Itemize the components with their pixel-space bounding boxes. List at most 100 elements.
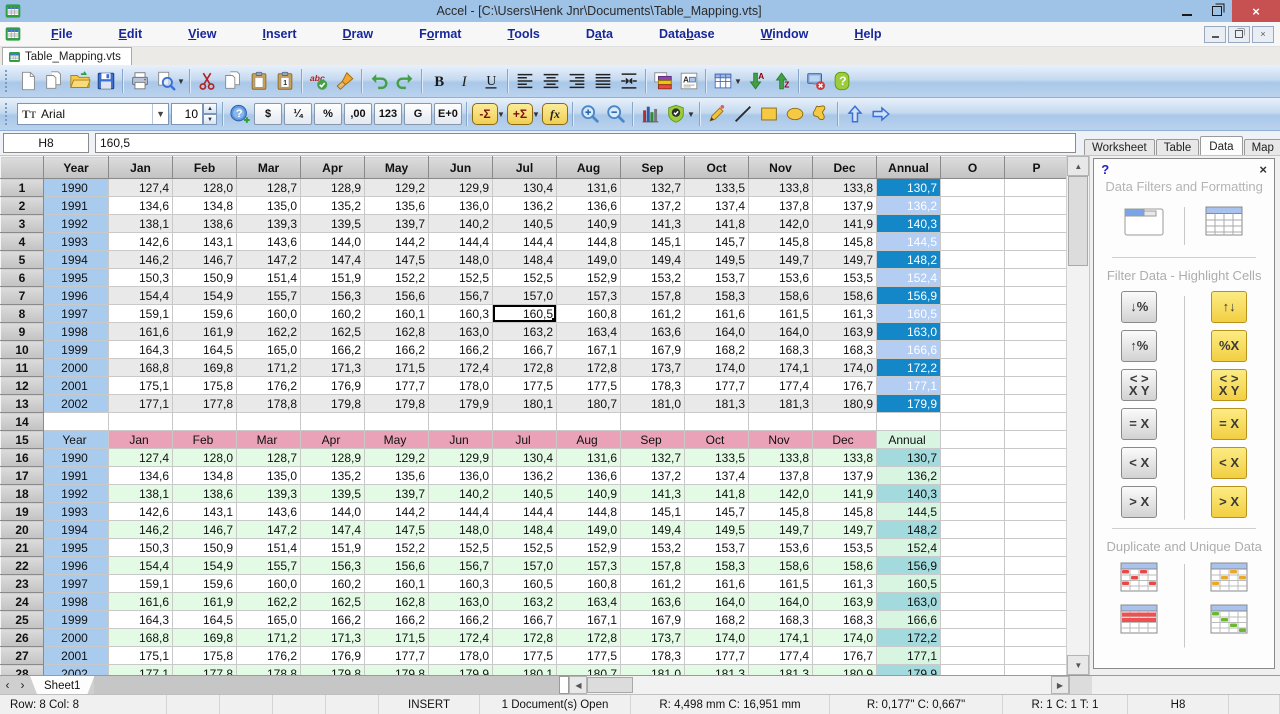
cell[interactable]: 141,8 (685, 215, 749, 233)
cell[interactable]: 178,3 (621, 377, 685, 395)
cell[interactable]: 171,2 (237, 359, 301, 377)
cell[interactable] (1005, 251, 1067, 269)
paste-button[interactable] (246, 68, 272, 94)
cell[interactable]: 162,5 (301, 593, 365, 611)
menu-database[interactable]: Database (636, 25, 738, 43)
cell[interactable] (429, 413, 493, 431)
cell[interactable]: 179,9 (429, 395, 493, 413)
cell[interactable] (941, 341, 1005, 359)
cell[interactable]: 2001 (44, 377, 109, 395)
column-header[interactable]: P (1005, 157, 1067, 179)
cell[interactable]: 161,3 (813, 305, 877, 323)
cell[interactable]: 147,2 (237, 521, 301, 539)
decimal-format-button[interactable]: ,00 (344, 103, 372, 125)
cell[interactable]: 151,4 (237, 539, 301, 557)
cell[interactable]: 172,2 (877, 359, 941, 377)
cell[interactable] (941, 197, 1005, 215)
styles-button[interactable] (650, 68, 676, 94)
cell[interactable]: 1998 (44, 593, 109, 611)
cell[interactable]: 164,3 (109, 341, 173, 359)
cell[interactable]: 160,1 (365, 575, 429, 593)
scroll-right-button[interactable]: ▶ (1051, 676, 1069, 694)
cell[interactable]: 175,1 (109, 377, 173, 395)
cell[interactable]: Nov (749, 431, 813, 449)
cell[interactable]: 179,9 (877, 395, 941, 413)
cell[interactable]: 157,3 (557, 557, 621, 575)
cell[interactable]: 179,9 (429, 665, 493, 676)
cell[interactable]: 141,3 (621, 485, 685, 503)
cell[interactable]: 140,9 (557, 485, 621, 503)
row-header[interactable]: 4 (1, 233, 44, 251)
row-header[interactable]: 15 (1, 431, 44, 449)
cell[interactable]: 157,8 (621, 557, 685, 575)
cell[interactable] (941, 629, 1005, 647)
cell[interactable]: 161,9 (173, 593, 237, 611)
cell[interactable]: 163,2 (493, 323, 557, 341)
mdi-close-button[interactable]: × (1252, 26, 1274, 43)
undo-button[interactable] (366, 68, 392, 94)
row-header[interactable]: 12 (1, 377, 44, 395)
cell[interactable]: 136,2 (493, 467, 557, 485)
cell[interactable]: 138,1 (109, 485, 173, 503)
cell[interactable]: 164,0 (685, 593, 749, 611)
cell[interactable]: 172,4 (429, 629, 493, 647)
cell[interactable] (813, 413, 877, 431)
cell[interactable]: Apr (301, 431, 365, 449)
cell[interactable] (941, 503, 1005, 521)
row-header[interactable]: 27 (1, 647, 44, 665)
spin-down-icon[interactable]: ▼ (203, 114, 217, 125)
cell[interactable]: 162,2 (237, 593, 301, 611)
cell[interactable]: 172,8 (557, 359, 621, 377)
restore-button[interactable] (1202, 0, 1232, 22)
cell-name-box[interactable]: H8 (3, 133, 89, 153)
cell[interactable]: Mar (237, 431, 301, 449)
scroll-down-button[interactable]: ▼ (1067, 655, 1089, 675)
copy-button[interactable] (220, 68, 246, 94)
between-values-filter-button[interactable]: < > X Y (1121, 369, 1157, 401)
cell[interactable]: 156,9 (877, 287, 941, 305)
filter-table-button[interactable] (1202, 204, 1246, 243)
chevron-down-icon[interactable]: ▼ (152, 104, 168, 124)
cell[interactable]: 165,0 (237, 341, 301, 359)
column-header[interactable]: Dec (813, 157, 877, 179)
cell[interactable]: 1991 (44, 467, 109, 485)
align-right-button[interactable] (564, 68, 590, 94)
cell[interactable]: 153,5 (813, 539, 877, 557)
cell[interactable]: 140,2 (429, 485, 493, 503)
cell[interactable]: 157,0 (493, 557, 557, 575)
sort-descending-button[interactable]: Z (769, 68, 795, 94)
cell[interactable]: 157,8 (621, 287, 685, 305)
cell[interactable]: Sep (621, 431, 685, 449)
cell[interactable]: 168,8 (109, 359, 173, 377)
cell[interactable]: 150,3 (109, 539, 173, 557)
close-view-button[interactable] (803, 68, 829, 94)
cell[interactable]: 163,2 (493, 593, 557, 611)
cell[interactable]: 179,8 (365, 665, 429, 676)
cell[interactable]: 151,9 (301, 539, 365, 557)
align-left-button[interactable] (512, 68, 538, 94)
row-header[interactable]: 19 (1, 503, 44, 521)
cell[interactable]: 139,5 (301, 485, 365, 503)
cell[interactable]: 141,9 (813, 485, 877, 503)
draw-rectangle-button[interactable] (756, 101, 782, 127)
cell[interactable]: 176,7 (813, 647, 877, 665)
cell[interactable]: 177,7 (685, 377, 749, 395)
cell[interactable] (1005, 233, 1067, 251)
cell[interactable]: 134,6 (109, 197, 173, 215)
cell[interactable]: 128,7 (237, 449, 301, 467)
cell[interactable]: 1993 (44, 233, 109, 251)
panel-close-button[interactable]: × (1259, 165, 1267, 175)
align-center-button[interactable] (538, 68, 564, 94)
chevron-down-icon[interactable]: ▼ (177, 77, 185, 86)
cell[interactable]: 2002 (44, 395, 109, 413)
cell[interactable]: 160,8 (557, 575, 621, 593)
cell[interactable]: 128,9 (301, 179, 365, 197)
cell[interactable]: 142,0 (749, 215, 813, 233)
row-header[interactable]: 23 (1, 575, 44, 593)
draw-ellipse-button[interactable] (782, 101, 808, 127)
negative-autosum-button[interactable]: -Σ (472, 103, 498, 125)
cell[interactable]: 144,5 (877, 233, 941, 251)
cell[interactable]: 2001 (44, 647, 109, 665)
cell[interactable]: 166,2 (365, 341, 429, 359)
cell[interactable]: 145,7 (685, 503, 749, 521)
